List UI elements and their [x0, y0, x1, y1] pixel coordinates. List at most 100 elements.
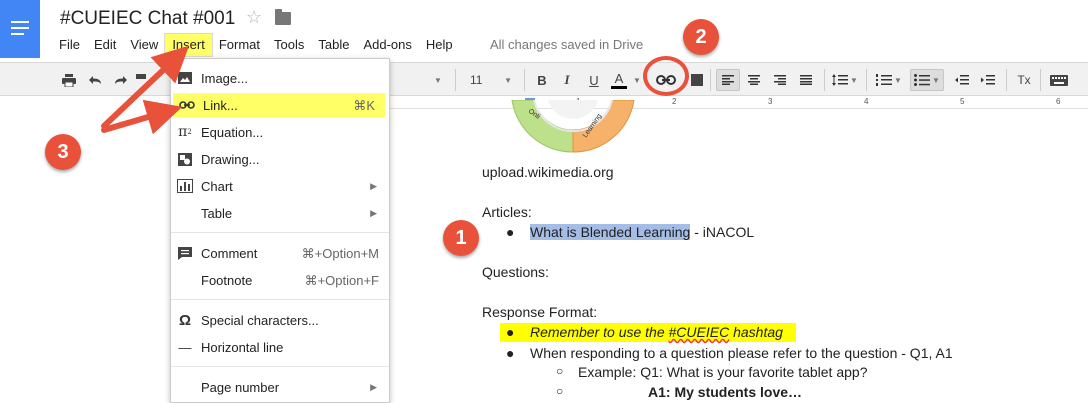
ruler[interactable]: 1 2 3 4 5 6 [390, 97, 1088, 109]
image-icon [177, 71, 193, 85]
print-icon[interactable] [58, 69, 80, 91]
sub-bullet-circle: ○ [556, 384, 564, 398]
hashtag-reminder: Remember to use the #CUEIEC hashtag [530, 324, 783, 340]
input-tools-icon[interactable] [1046, 69, 1072, 91]
ruler-number: 5 [960, 97, 965, 106]
response-heading: Response Format: [482, 304, 598, 320]
menu-format[interactable]: Format [212, 34, 267, 56]
align-center-button[interactable] [742, 69, 766, 91]
insert-image-item[interactable]: Image... [171, 66, 389, 90]
increase-indent-button[interactable] [976, 69, 1000, 91]
clear-formatting-button[interactable]: Tx [1012, 69, 1036, 91]
insert-chart-item[interactable]: Chart ▶ [171, 174, 389, 198]
insert-link-item[interactable]: Link... ⌘K [173, 93, 385, 117]
dash-icon: — [178, 339, 192, 355]
bulleted-list-button[interactable]: ▼ [910, 69, 944, 91]
align-left-button[interactable] [716, 69, 740, 91]
document-title[interactable]: #CUEIEC Chat #001 [60, 8, 235, 30]
reminder-text: Remember to use the [530, 324, 669, 340]
menu-addons[interactable]: Add-ons [356, 34, 418, 56]
undo-icon[interactable] [84, 69, 106, 91]
italic-button[interactable]: I [557, 69, 577, 91]
menu-view[interactable]: View [123, 34, 165, 56]
menu-table[interactable]: Table [311, 34, 356, 56]
insert-menu-label: Equation... [201, 125, 264, 140]
align-right-button[interactable] [768, 69, 792, 91]
insert-drawing-item[interactable]: Drawing... [171, 147, 389, 171]
insert-menu-label: Table [201, 206, 233, 221]
line-spacing-button[interactable]: ▼ [830, 69, 860, 91]
articles-heading: Articles: [482, 204, 532, 220]
example-question: Example: Q1: What is your favorite table… [578, 364, 868, 380]
annotation-badge-3: 3 [45, 134, 81, 170]
redo-icon[interactable] [110, 69, 132, 91]
font-size-select[interactable]: 11 ▼ [464, 69, 518, 91]
annotation-arrows [101, 45, 190, 135]
insert-footnote-item[interactable]: Footnote ⌘+Option+F [171, 268, 389, 292]
comment-shortcut: ⌘+Option+M [301, 246, 379, 261]
text-color-button[interactable]: A [608, 69, 630, 91]
image-source-text: upload.wikimedia.org [482, 164, 614, 180]
bullet-dot: ● [506, 345, 515, 361]
clear-formatting-label: Tx [1017, 73, 1031, 87]
insert-menu-label: Drawing... [201, 152, 260, 167]
hashtag-text: #CUEIEC [668, 324, 730, 340]
font-caret-icon[interactable]: ▼ [432, 69, 444, 91]
chart-icon [177, 179, 193, 193]
justify-button[interactable] [794, 69, 818, 91]
response-instruction: When responding to a question please ref… [530, 345, 953, 361]
bold-button[interactable]: B [532, 69, 552, 91]
sub-bullet-circle: ○ [556, 364, 564, 378]
link-button-highlight-ring [643, 56, 689, 96]
insert-comment-icon[interactable] [690, 69, 704, 91]
insert-menu-label: Special characters... [201, 313, 319, 328]
font-size-value: 11 [470, 73, 483, 87]
insert-special-characters-item[interactable]: Ω Special characters... [171, 308, 389, 332]
insert-equation-item[interactable]: π2 Equation... [171, 120, 389, 144]
menu-file[interactable]: File [52, 34, 87, 56]
selected-article-link[interactable]: What is Blended Learning [530, 224, 691, 240]
insert-comment-item[interactable]: Comment ⌘+Option+M [171, 241, 389, 265]
paint-format-icon[interactable] [134, 69, 148, 91]
numbered-list-button[interactable]: ▼ [872, 69, 906, 91]
insert-menu-label: Comment [201, 246, 258, 261]
article-line: What is Blended Learning - iNACOL [530, 224, 754, 240]
menu-insert[interactable]: Insert [164, 33, 213, 57]
insert-horizontal-line-item[interactable]: — Horizontal line [171, 335, 389, 359]
underline-button[interactable]: U [584, 69, 604, 91]
article-source: - iNACOL [690, 224, 755, 240]
link-shortcut: ⌘K [353, 98, 375, 113]
menu-help[interactable]: Help [419, 34, 460, 56]
insert-menu-label: Chart [201, 179, 233, 194]
text-color-caret-icon[interactable]: ▼ [632, 69, 642, 91]
reminder-suffix: hashtag [729, 324, 783, 340]
insert-page-number-item[interactable]: Page number ▶ [171, 375, 389, 399]
submenu-arrow-icon: ▶ [370, 208, 377, 218]
submenu-arrow-icon: ▶ [370, 382, 377, 392]
bullet-dot: ● [506, 324, 515, 340]
star-icon[interactable]: ☆ [246, 7, 262, 28]
footnote-shortcut: ⌘+Option+F [304, 273, 379, 288]
docs-home-icon[interactable] [0, 0, 40, 58]
pi-icon: π2 [178, 124, 192, 140]
link-icon [179, 98, 195, 112]
toolbar: ▼ 11 ▼ B I U A ▼ ▼ ▼ ▼ Tx [0, 62, 1088, 96]
insert-menu-label: Image... [201, 71, 248, 86]
save-status: All changes saved in Drive [490, 37, 644, 52]
drawing-icon [177, 152, 193, 166]
menu-edit[interactable]: Edit [87, 34, 123, 56]
insert-table-item[interactable]: Table ▶ [171, 201, 389, 225]
menu-tools[interactable]: Tools [267, 34, 311, 56]
annotation-badge-1: 1 [443, 220, 479, 256]
ruler-number: 3 [768, 97, 773, 106]
questions-heading: Questions: [482, 264, 549, 280]
insert-menu: Image... Link... ⌘K π2 Equation... Drawi… [170, 58, 390, 403]
comment-icon [177, 246, 193, 260]
insert-menu-label: Horizontal line [201, 340, 284, 355]
decrease-indent-button[interactable] [950, 69, 974, 91]
folder-icon[interactable] [275, 9, 291, 25]
ruler-number: 6 [1056, 97, 1061, 106]
text-color-label: A [614, 70, 624, 86]
insert-menu-label: Link... [203, 98, 238, 113]
blended-learning-diagram[interactable]: Onli Learning [508, 100, 638, 154]
